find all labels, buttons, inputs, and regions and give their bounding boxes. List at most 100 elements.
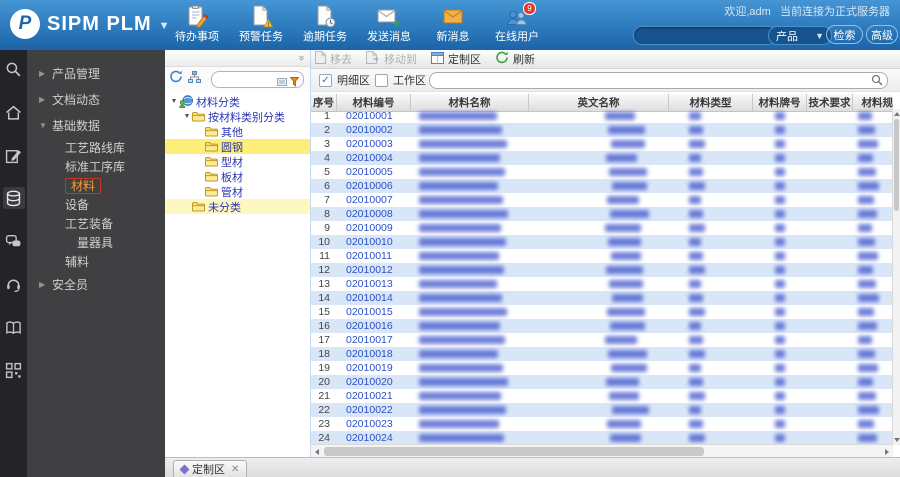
work-area-checkbox[interactable] [375, 73, 388, 87]
list-search-input[interactable] [429, 71, 888, 89]
nav-item-安全员[interactable]: ▶ 安全员 [27, 271, 165, 297]
table-row[interactable]: 12 02010012 [311, 263, 893, 277]
refresh-tree-icon[interactable] [169, 70, 183, 88]
nav-item-辅料[interactable]: 辅料 [27, 252, 165, 271]
vertical-scroll-thumb[interactable] [893, 119, 899, 211]
table-row[interactable]: 6 02010006 [311, 179, 893, 193]
tree-node-材料分类[interactable]: ▼ 材料分类 [165, 94, 310, 109]
tree-node-板材[interactable]: 板材 [165, 169, 310, 184]
table-row[interactable]: 22 02010022 [311, 403, 893, 417]
edit-icon[interactable] [3, 144, 25, 166]
collapse-panel-icon[interactable]: » [295, 55, 307, 61]
triangle-down-icon[interactable]: ▼ [182, 113, 192, 120]
move-to-button[interactable]: 移动到 [366, 51, 417, 67]
nav-item-标准工序库[interactable]: 标准工序库 [27, 157, 165, 176]
advanced-search-button[interactable]: 高级 [866, 25, 898, 44]
qrcode-icon[interactable] [3, 359, 25, 381]
nav-item-工艺路线库[interactable]: 工艺路线库 [27, 138, 165, 157]
detail-area-checkbox[interactable]: ✓ [319, 73, 332, 87]
tree-filter-funnel-icon[interactable] [289, 74, 300, 92]
scroll-right-icon[interactable] [885, 448, 889, 455]
close-icon[interactable]: ✕ [231, 464, 239, 475]
cell-material-grade-redacted [753, 277, 807, 291]
table-row[interactable]: 9 02010009 [311, 221, 893, 235]
tree-node-未分类[interactable]: 未分类 [165, 199, 310, 214]
scroll-left-icon[interactable] [315, 448, 319, 455]
table-row[interactable]: 18 02010018 [311, 347, 893, 361]
database-icon[interactable] [2, 187, 25, 209]
search-button[interactable]: 检索 [826, 25, 863, 44]
cell-english-name-redacted [529, 403, 669, 417]
tree-structure-icon[interactable] [188, 70, 201, 88]
nav-item-工艺装备[interactable]: 工艺装备 [27, 214, 165, 233]
cell-seq: 23 [318, 418, 330, 430]
nav-item-设备[interactable]: 设备 [27, 195, 165, 214]
nav-item-产品管理[interactable]: ▶ 产品管理 [27, 60, 165, 86]
tree-filter-input[interactable] [211, 70, 304, 88]
send-message-button[interactable]: 发送消息 [362, 4, 416, 44]
module-nav-panel: ▶ 产品管理 ▶ 文档动态 ▼ 基础数据 工艺路线库 标准工序库 材料 设备 工艺装备 量器具 辅料 ▶ 安… [27, 50, 165, 477]
search-icon[interactable] [871, 74, 883, 89]
table-row[interactable]: 20 02010020 [311, 375, 893, 389]
search-icon[interactable] [3, 58, 25, 80]
support-icon[interactable] [3, 273, 25, 295]
library-icon[interactable] [3, 316, 25, 338]
table-row[interactable]: 21 02010021 [311, 389, 893, 403]
vertical-scrollbar[interactable] [892, 109, 900, 445]
tree-node-其他[interactable]: 其他 [165, 124, 310, 139]
tree-node-管材[interactable]: 管材 [165, 184, 310, 199]
customize-area-tab[interactable]: 定制区 ✕ [173, 460, 248, 477]
table-row[interactable]: 19 02010019 [311, 361, 893, 375]
cell-seq: 17 [318, 334, 330, 346]
alert-tasks-button[interactable]: 预警任务 [234, 4, 288, 44]
table-row[interactable]: 15 02010015 [311, 305, 893, 319]
scroll-down-icon[interactable] [894, 438, 900, 442]
overdue-tasks-button[interactable]: 逾期任务 [298, 4, 352, 44]
cell-material-type-redacted [669, 109, 753, 123]
table-row[interactable]: 10 02010010 [311, 235, 893, 249]
table-row[interactable]: 24 02010024 [311, 431, 893, 445]
horizontal-scrollbar[interactable] [311, 444, 893, 458]
table-row[interactable]: 8 02010008 [311, 207, 893, 221]
triangle-down-icon[interactable]: ▼ [169, 98, 179, 105]
table-row[interactable]: 4 02010004 [311, 151, 893, 165]
cell-english-name-redacted [529, 263, 669, 277]
new-message-button[interactable]: 新消息 [426, 4, 480, 44]
customize-area-button[interactable]: 定制区 [431, 51, 481, 67]
table-row[interactable]: 13 02010013 [311, 277, 893, 291]
table-row[interactable]: 1 02010001 [311, 109, 893, 123]
online-users-button[interactable]: 在线用户 9 [490, 2, 544, 44]
app-logo[interactable]: P SIPM PLM ▼ [10, 9, 170, 39]
nav-item-量器具[interactable]: 量器具 [27, 233, 165, 252]
cell-material-grade-redacted [753, 207, 807, 221]
table-row[interactable]: 5 02010005 [311, 165, 893, 179]
global-search-input[interactable] [633, 26, 777, 45]
cell-material-spec-redacted [853, 347, 893, 361]
table-row[interactable]: 11 02010011 [311, 249, 893, 263]
nav-item-文档动态[interactable]: ▶ 文档动态 [27, 86, 165, 112]
messages-icon[interactable] [3, 230, 25, 252]
tree-node-按材料类别分类[interactable]: ▼ 按材料类别分类 [165, 109, 310, 124]
table-row[interactable]: 2 02010002 [311, 123, 893, 137]
scroll-up-icon[interactable] [894, 112, 900, 116]
table-row[interactable]: 16 02010016 [311, 319, 893, 333]
send-message-label: 发送消息 [367, 31, 411, 43]
tree-node-型材[interactable]: 型材 [165, 154, 310, 169]
home-icon[interactable] [3, 101, 25, 123]
table-row[interactable]: 23 02010023 [311, 417, 893, 431]
cell-material-code: 02010020 [346, 376, 393, 388]
todo-tasks-button[interactable]: 待办事项 [170, 4, 224, 44]
table-row[interactable]: 17 02010017 [311, 333, 893, 347]
refresh-button[interactable]: 刷新 [495, 51, 535, 67]
cell-tech-requirements [807, 221, 853, 235]
tree-node-圆钢[interactable]: 圆钢 [165, 139, 310, 154]
nav-item-材料[interactable]: 材料 [27, 176, 165, 195]
table-row[interactable]: 14 02010014 [311, 291, 893, 305]
tree-filter-list-icon[interactable] [277, 74, 287, 92]
remove-button[interactable]: 移去 [315, 51, 352, 67]
search-category-select[interactable]: 产品 ▼ [768, 26, 832, 45]
table-row[interactable]: 3 02010003 [311, 137, 893, 151]
table-row[interactable]: 7 02010007 [311, 193, 893, 207]
nav-item-基础数据[interactable]: ▼ 基础数据 [27, 112, 165, 138]
horizontal-scroll-thumb[interactable] [324, 446, 704, 456]
